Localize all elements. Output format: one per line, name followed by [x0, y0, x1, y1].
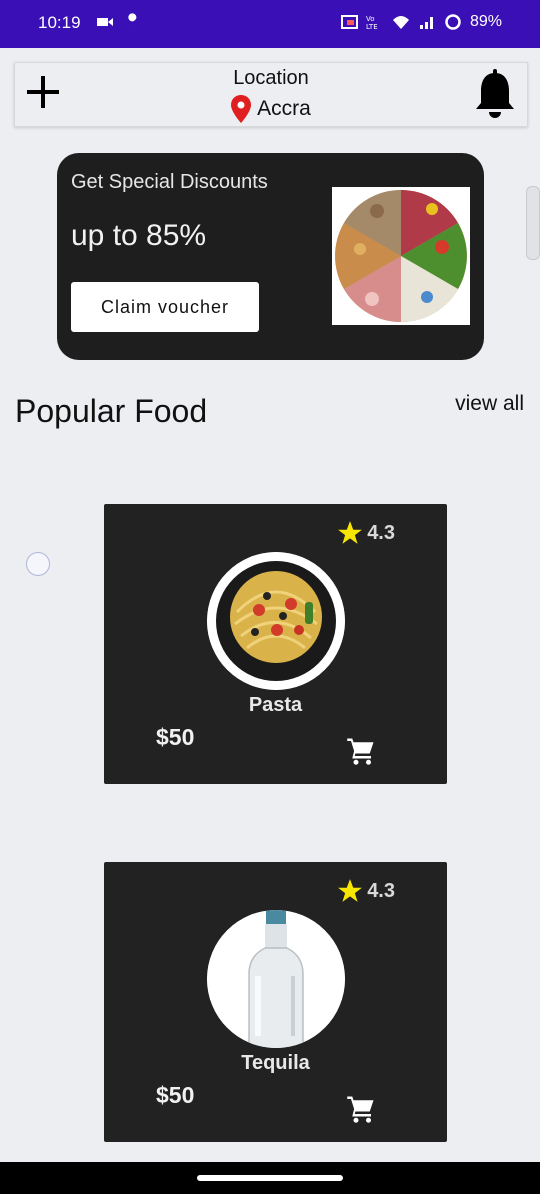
svg-text:LTE: LTE [366, 23, 378, 31]
food-card-tequila[interactable]: 4.3 Tequila $50 [104, 862, 447, 1142]
battery-percent: 89% [469, 13, 502, 30]
rating: 4.3 [337, 520, 395, 546]
promo-banner: Get Special Discounts up to 85% Claim vo… [57, 153, 484, 360]
cast-icon [340, 15, 358, 29]
battery-ring-icon [445, 14, 461, 30]
status-icons-right: Vo LTE 89% [340, 13, 502, 31]
signal-icon [419, 17, 433, 29]
location-city: Accra [257, 97, 311, 120]
promo-headline: up to 85% [71, 219, 207, 252]
touch-ripple [26, 552, 50, 576]
location-title: Location [233, 67, 309, 89]
svg-text:Vo: Vo [366, 15, 375, 23]
tequila-bottle-image [207, 910, 345, 1048]
system-nav-bar [0, 1162, 540, 1194]
cart-icon[interactable] [346, 736, 376, 766]
star-icon [338, 879, 363, 902]
wrench-icon [127, 13, 137, 28]
scrollbar-thumb[interactable] [526, 186, 540, 260]
map-pin-icon [231, 95, 252, 123]
section-title: Popular Food [15, 393, 208, 429]
view-all-link[interactable]: view all [455, 392, 524, 416]
food-name: Tequila [241, 1052, 310, 1074]
wifi-icon [392, 16, 409, 29]
location-header: Location Accra [14, 62, 528, 127]
food-card-pasta[interactable]: 4.3 Pasta $50 [104, 504, 447, 784]
status-bar: 10:19 Vo LTE 89% [0, 0, 540, 48]
bell-icon[interactable] [473, 69, 517, 119]
cart-icon[interactable] [346, 1094, 376, 1124]
status-icons-left [96, 13, 142, 31]
food-price: $50 [156, 724, 195, 750]
claim-voucher-button[interactable]: Claim voucher [71, 282, 259, 332]
promo-subtitle: Get Special Discounts [71, 171, 268, 193]
video-icon [97, 18, 113, 26]
pasta-image [207, 552, 345, 690]
rating-value: 4.3 [367, 521, 395, 544]
rating-value: 4.3 [367, 879, 395, 902]
star-icon [338, 521, 363, 544]
rating: 4.3 [337, 878, 395, 904]
volte-icon: VoLTE [366, 15, 378, 31]
home-gesture-handle[interactable] [197, 1175, 343, 1181]
food-name: Pasta [248, 694, 303, 716]
food-pie-image [332, 187, 470, 325]
food-price: $50 [156, 1082, 195, 1108]
location-selector[interactable]: Accra [15, 95, 527, 123]
status-time: 10:19 [38, 13, 81, 32]
